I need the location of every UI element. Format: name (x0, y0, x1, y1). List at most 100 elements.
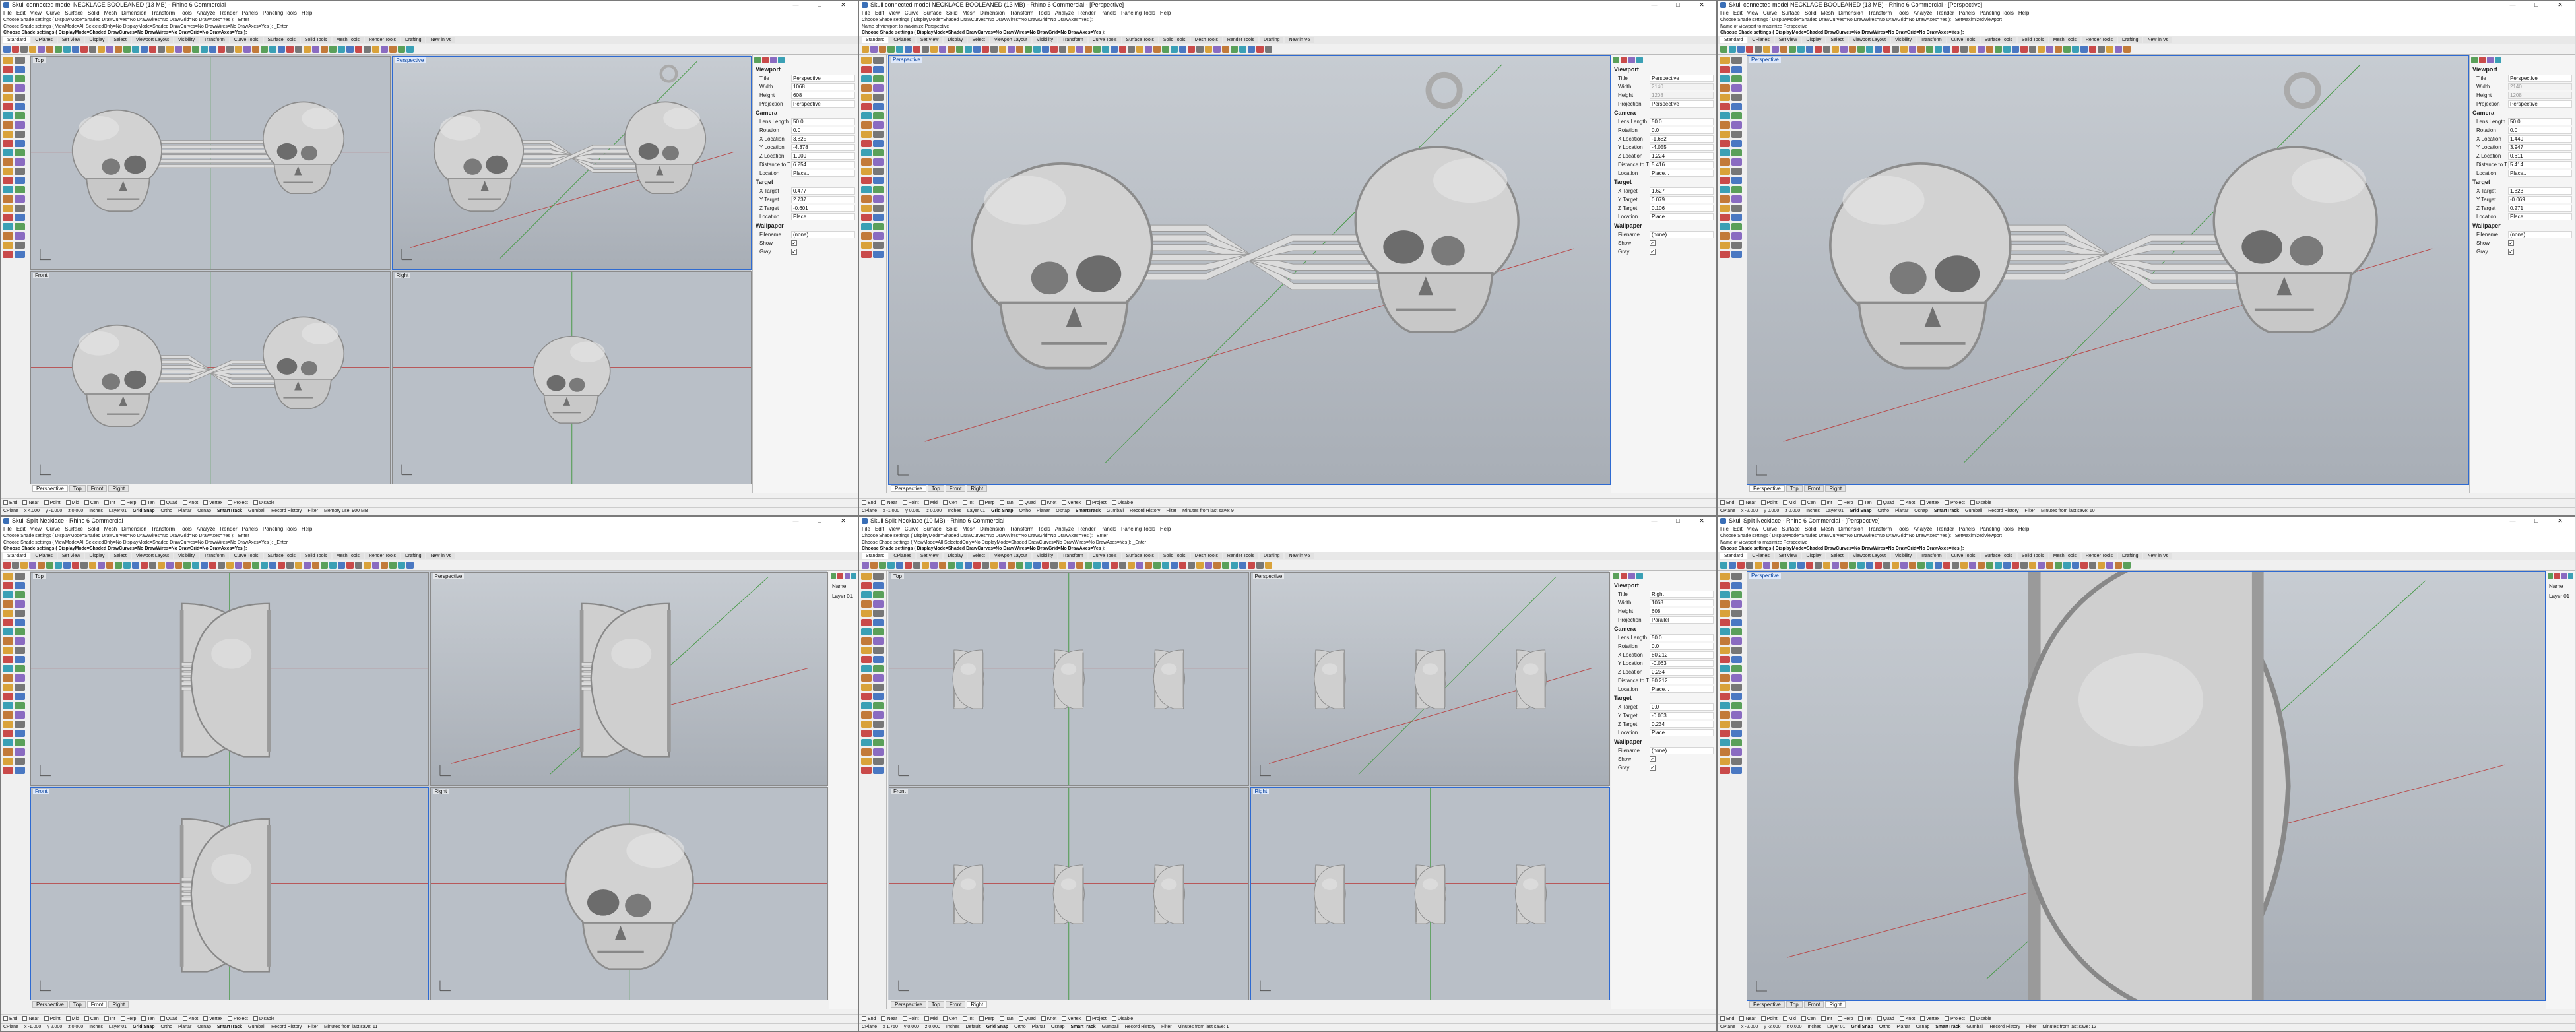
tool-icon[interactable] (2038, 562, 2045, 569)
tool-icon[interactable] (1042, 562, 1049, 569)
wallpaper-filename-value[interactable]: (none) (1650, 231, 1714, 238)
menu-view[interactable]: View (889, 10, 900, 16)
osnap-checkbox[interactable] (141, 1016, 146, 1021)
toolbar-tab-mesh-tools[interactable]: Mesh Tools (332, 553, 364, 559)
camera-rotation-value[interactable]: 0.0 (2508, 127, 2572, 134)
tool-icon[interactable] (861, 711, 872, 719)
menu-panels[interactable]: Panels (1101, 526, 1116, 532)
viewport-front[interactable]: Front (30, 271, 391, 484)
toolbar-tab-cplanes[interactable]: CPlanes (31, 37, 57, 43)
osnap-perp[interactable]: Perp (120, 500, 136, 506)
osnap-near[interactable]: Near (22, 1016, 39, 1022)
wallpaper-show-checkbox[interactable]: ✓ (2508, 240, 2514, 246)
tool-icon[interactable] (861, 186, 872, 193)
tool-icon[interactable] (1720, 711, 1730, 719)
osnap-checkbox[interactable] (203, 1016, 209, 1021)
camera-rotation-value[interactable]: 0.0 (791, 127, 855, 134)
tool-icon[interactable] (861, 739, 872, 746)
status-toggle-ortho[interactable]: Ortho (161, 1025, 173, 1031)
layer-row[interactable]: Layer 01 (829, 592, 858, 600)
target-y-value[interactable]: -0.069 (2508, 196, 2572, 203)
osnap-checkbox[interactable] (160, 1016, 165, 1021)
tool-icon[interactable] (1995, 46, 2002, 53)
toolbar-tab-drafting[interactable]: Drafting (1259, 37, 1284, 43)
tool-icon[interactable] (201, 46, 208, 53)
status-toggle-ortho[interactable]: Ortho (161, 509, 173, 515)
tool-icon[interactable] (406, 562, 414, 569)
tool-icon[interactable] (1720, 121, 1730, 129)
tool-icon[interactable] (261, 46, 268, 53)
tool-icon[interactable] (861, 600, 872, 608)
tool-icon[interactable] (1909, 46, 1916, 53)
tool-icon[interactable] (3, 656, 13, 663)
osnap-tan[interactable]: Tan (1858, 1016, 1872, 1022)
tool-icon[interactable] (999, 562, 1006, 569)
menu-dimension[interactable]: Dimension (121, 526, 146, 532)
osnap-quad[interactable]: Quad (160, 500, 177, 506)
viewport-tab-top[interactable]: Top (69, 485, 86, 492)
toolbar-tab-set-view[interactable]: Set View (916, 553, 943, 559)
viewport-width-value[interactable]: 1068 (1650, 599, 1714, 606)
osnap-vertex[interactable]: Vertex (1062, 500, 1081, 506)
tool-icon[interactable] (98, 46, 105, 53)
menu-view[interactable]: View (1747, 10, 1758, 16)
close-icon[interactable]: ✕ (831, 517, 855, 525)
command-line[interactable]: Choose Shade settings ( DisplayMode=Shad… (862, 30, 1714, 36)
osnap-checkbox[interactable] (1858, 1016, 1863, 1021)
menu-dimension[interactable]: Dimension (1838, 10, 1863, 16)
tool-icon[interactable] (2106, 562, 2113, 569)
tool-icon[interactable] (2089, 46, 2096, 53)
camera-lens-value[interactable]: 50.0 (791, 118, 855, 125)
tool-icon[interactable] (15, 103, 25, 110)
panel-tab-icon[interactable] (2471, 57, 2478, 63)
viewport-perspective[interactable]: Perspective (888, 55, 1611, 485)
tool-icon[interactable] (132, 46, 139, 53)
close-icon[interactable]: ✕ (2548, 1, 2572, 9)
tool-icon[interactable] (1179, 46, 1186, 53)
viewport-tab-front[interactable]: Front (945, 1001, 966, 1008)
tool-icon[interactable] (1188, 46, 1195, 53)
tool-icon[interactable] (1731, 582, 1742, 589)
tool-icon[interactable] (1729, 46, 1736, 53)
tool-icon[interactable] (1196, 562, 1204, 569)
status-toggle-planar[interactable]: Planar (1896, 1025, 1910, 1031)
osnap-mid[interactable]: Mid (924, 500, 938, 506)
tool-icon[interactable] (209, 562, 216, 569)
toolbar-tab-standard[interactable]: Standard (3, 553, 30, 559)
tool-icon[interactable] (1731, 66, 1742, 73)
panel-tab-icon[interactable] (844, 573, 850, 579)
toolbar-tab-cplanes[interactable]: CPlanes (1748, 37, 1774, 43)
osnap-near[interactable]: Near (22, 500, 39, 506)
tool-icon[interactable] (261, 562, 268, 569)
tool-icon[interactable] (861, 214, 872, 221)
tool-icon[interactable] (2080, 562, 2088, 569)
tool-icon[interactable] (55, 46, 62, 53)
tool-icon[interactable] (861, 628, 872, 635)
tool-icon[interactable] (3, 610, 13, 617)
layer-name[interactable]: Layer 01 (832, 593, 853, 599)
tool-icon[interactable] (873, 131, 884, 138)
tool-icon[interactable] (1231, 562, 1238, 569)
tool-icon[interactable] (1720, 186, 1730, 193)
tool-icon[interactable] (235, 562, 242, 569)
osnap-checkbox[interactable] (1820, 500, 1826, 505)
osnap-checkbox[interactable] (104, 1016, 109, 1021)
status-toggle-filter[interactable]: Filter (1161, 1025, 1172, 1031)
menu-analyze[interactable]: Analyze (1055, 10, 1074, 16)
tool-icon[interactable] (1119, 562, 1126, 569)
tool-icon[interactable] (15, 242, 25, 249)
tool-icon[interactable] (873, 582, 884, 589)
menu-tools[interactable]: Tools (179, 10, 192, 16)
toolbar-tab-viewport-layout[interactable]: Viewport Layout (1848, 37, 1890, 43)
osnap-checkbox[interactable] (1739, 1016, 1745, 1021)
tool-icon[interactable] (15, 121, 25, 129)
osnap-project[interactable]: Project (228, 1016, 248, 1022)
toolbar-tab-new-in-v6[interactable]: New in V6 (2143, 553, 2173, 559)
target-x-value[interactable]: 0.477 (791, 187, 855, 195)
tool-icon[interactable] (346, 46, 354, 53)
viewport-tab-right[interactable]: Right (108, 485, 129, 492)
tool-icon[interactable] (355, 46, 362, 53)
menu-help[interactable]: Help (2018, 10, 2029, 16)
toolbar-tab-viewport-layout[interactable]: Viewport Layout (131, 37, 173, 43)
tool-icon[interactable] (3, 66, 13, 73)
